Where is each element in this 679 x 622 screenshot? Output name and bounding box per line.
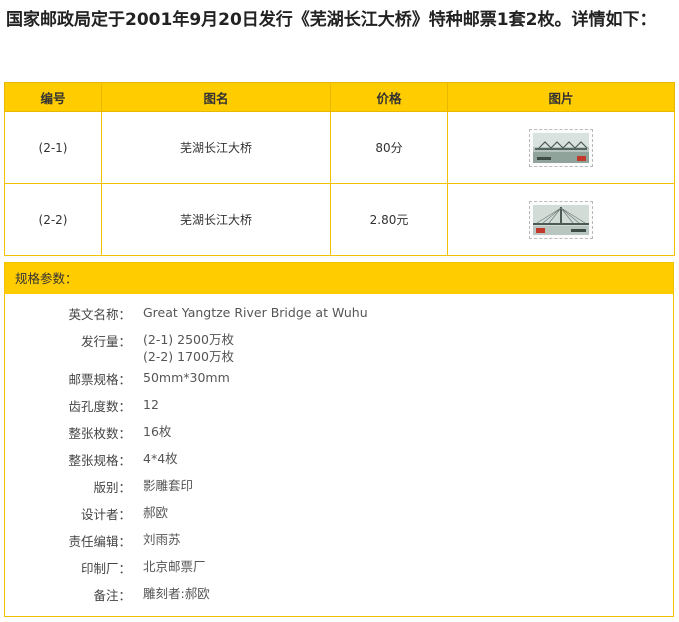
- header-name: 图名: [101, 82, 331, 112]
- circulation-2-1: (2-1) 2500万枚: [143, 332, 234, 347]
- intro-text: 国家邮政局定于2001年9月20日发行《芜湖长江大桥》特种邮票1套2枚。详情如下…: [6, 10, 657, 30]
- header-price: 价格: [330, 82, 448, 112]
- cell-image: [447, 183, 675, 256]
- cell-price: 2.80元: [330, 183, 448, 256]
- stamp-image-2-2[interactable]: [529, 200, 593, 239]
- bridge-stamp-icon: [533, 204, 589, 235]
- spec-panel: 规格参数： 英文名称： Great Yangtze River Bridge a…: [4, 262, 674, 617]
- table-row: (2-2) 芜湖长江大桥 2.80元: [4, 183, 675, 256]
- bridge-stamp-icon: [533, 132, 589, 163]
- cell-name: 芜湖长江大桥: [101, 183, 331, 256]
- cell-price: 80分: [330, 111, 448, 184]
- stamp-image-2-1[interactable]: [529, 128, 593, 167]
- cell-code: (2-2): [4, 183, 102, 256]
- table-header-row: 编号 图名 价格 图片: [4, 82, 675, 112]
- cell-name: 芜湖长江大桥: [101, 111, 331, 184]
- stamp-table: 编号 图名 价格 图片 (2-1) 芜湖长江大桥 80分 (2-2) 芜湖长江大…: [4, 82, 675, 256]
- table-row: (2-1) 芜湖长江大桥 80分: [4, 111, 675, 184]
- circulation-2-2: (2-2) 1700万枚: [143, 349, 234, 364]
- header-image: 图片: [447, 82, 675, 112]
- cell-code: (2-1): [4, 111, 102, 184]
- header-code: 编号: [4, 82, 102, 112]
- cell-image: [447, 111, 675, 184]
- spec-title: 规格参数：: [5, 263, 673, 294]
